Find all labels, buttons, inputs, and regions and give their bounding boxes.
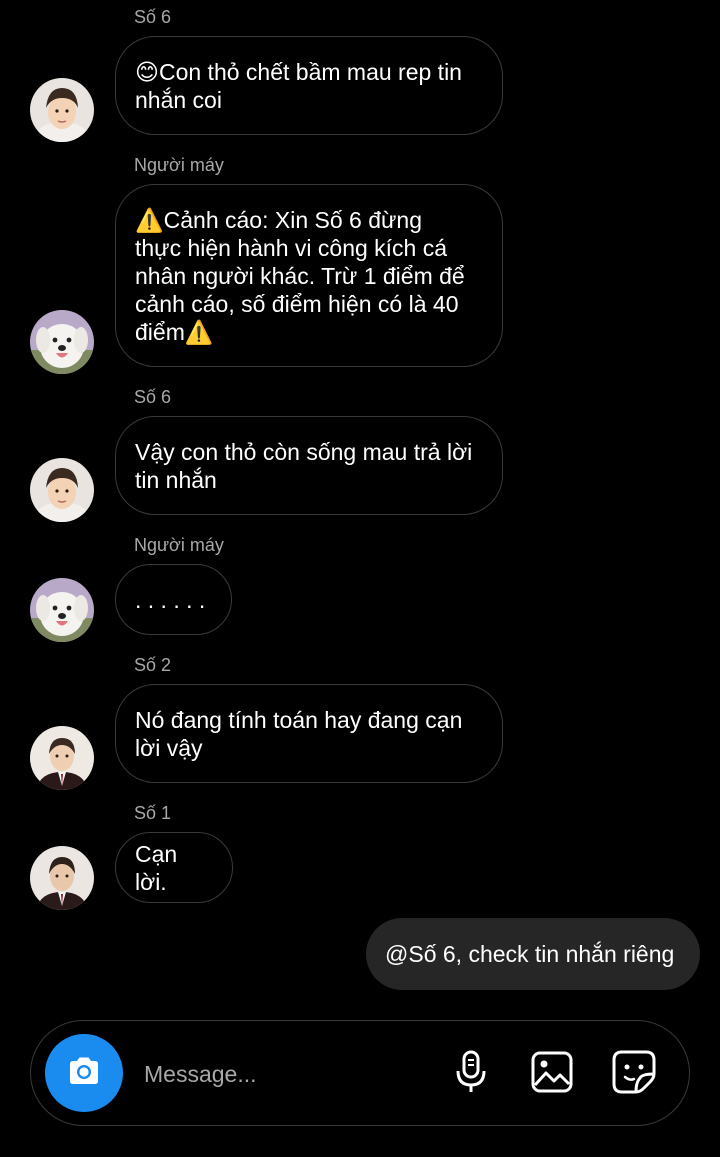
boy-avatar[interactable] [30, 78, 94, 142]
message-bubble[interactable]: Vậy con thỏ còn sống mau trả lời tin nhắ… [115, 416, 503, 515]
sender-name: Người máy [134, 155, 224, 175]
microphone-button[interactable] [449, 1050, 493, 1099]
message-bubble[interactable]: . . . . . . [115, 564, 232, 635]
gallery-icon [531, 1051, 573, 1098]
message-composer [30, 1020, 690, 1126]
sender-name: Số 1 [134, 803, 172, 823]
microphone-icon [453, 1050, 489, 1099]
sender-name: Số 6 [134, 387, 172, 407]
outgoing-message-bubble[interactable]: @Số 6, check tin nhắn riêng [366, 918, 700, 990]
sender-name: Số 6 [134, 7, 172, 27]
sticker-button[interactable] [612, 1050, 656, 1099]
message-bubble[interactable]: Nó đang tính toán hay đang cạn lời vậy [115, 684, 503, 783]
camera-button[interactable] [45, 1034, 123, 1112]
message-bubble[interactable]: Cạn lời. [115, 832, 233, 903]
gallery-button[interactable] [530, 1051, 574, 1098]
sender-name: Người máy [134, 535, 224, 555]
message-bubble[interactable]: ⚠️Cảnh cáo: Xin Số 6 đừng thực hiện hành… [115, 184, 503, 367]
message-input[interactable] [144, 1058, 424, 1090]
sticker-icon [612, 1050, 656, 1099]
dog-avatar[interactable] [30, 578, 94, 642]
man-suit-avatar[interactable] [30, 846, 94, 910]
man-suit-avatar[interactable] [30, 726, 94, 790]
sender-name: Số 2 [134, 655, 172, 675]
message-bubble[interactable]: 😊Con thỏ chết bầm mau rep tin nhắn coi [115, 36, 503, 135]
boy-avatar[interactable] [30, 458, 94, 522]
camera-icon [67, 1056, 101, 1091]
dog-avatar[interactable] [30, 310, 94, 374]
